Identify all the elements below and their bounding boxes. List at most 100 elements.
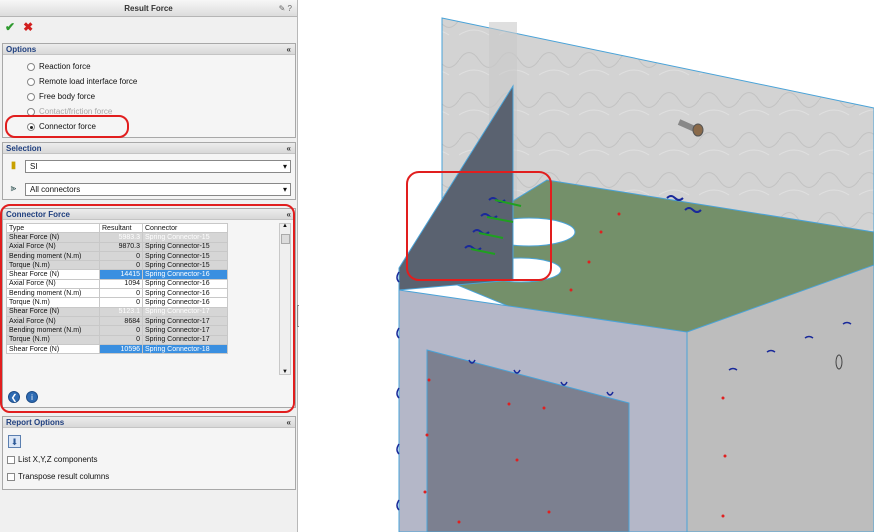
table-cell-connector[interactable]: Spring Connector-16 [142,288,228,299]
column-header-type[interactable]: Type [6,222,100,234]
table-cell-type[interactable]: Axial Force (N) [6,241,100,252]
table-cell-connector[interactable]: Spring Connector-15 [142,241,228,252]
collapse-icon[interactable]: « [287,44,291,55]
table-cell-resultant[interactable]: 0 [99,260,143,271]
table-row[interactable]: Axial Force (N) 8684 Spring Connector-17 [6,315,228,327]
connector-dropdown[interactable]: All connectors ▾ [25,183,291,196]
radio-label: Connector force [39,122,96,131]
table-cell-type[interactable]: Axial Force (N) [6,278,100,290]
table-cell-connector[interactable]: Spring Connector-17 [142,325,228,336]
chevron-down-icon[interactable]: ▾ [283,184,287,195]
table-cell-connector[interactable]: Spring Connector-18 [142,343,228,355]
table-cell-connector[interactable]: Spring Connector-17 [142,306,228,317]
info-button[interactable]: i [26,391,38,403]
radio-contact-friction: Contact/friction force [27,107,112,116]
radio-icon[interactable] [27,62,35,71]
table-row[interactable]: Axial Force (N) 1094 Spring Connector-16 [6,278,228,290]
radio-remote-load[interactable]: Remote load interface force [27,77,137,86]
table-cell-resultant[interactable]: 9870.3 [99,241,143,252]
collapse-icon[interactable]: « [287,143,291,154]
x-icon[interactable]: ✖ [23,20,33,34]
table-row[interactable]: Bending moment (N.m) 0 Spring Connector-17 [6,325,228,336]
checkbox-icon[interactable] [7,472,15,481]
collapse-icon[interactable]: « [287,417,291,428]
table-cell-resultant[interactable]: 0 [99,288,143,299]
connector-force-section: Connector Force « Type Resultant Connect… [2,208,296,408]
options-header[interactable]: Options « [3,44,295,55]
check-icon[interactable]: ✔ [5,20,15,34]
table-cell-type[interactable]: Axial Force (N) [6,315,100,327]
table-cell-type[interactable]: Shear Force (N) [6,269,100,280]
table-row[interactable]: Bending moment (N.m) 0 Spring Connector-16 [6,288,228,299]
table-cell-connector[interactable]: Spring Connector-16 [142,278,228,290]
graphics-viewport[interactable] [299,0,874,532]
table-cell-resultant[interactable]: 5983.3 [99,232,143,243]
checkbox-icon[interactable] [7,455,15,464]
table-cell-type[interactable]: Bending moment (N.m) [6,288,100,299]
table-cell-resultant[interactable]: 10596 [99,343,143,355]
table-cell-connector[interactable]: Spring Connector-15 [142,260,228,271]
table-cell-type[interactable]: Torque (N.m) [6,260,100,271]
table-row[interactable]: Shear Force (N) 5123.1 Spring Connector-17 [6,306,228,317]
table-cell-resultant[interactable]: 0 [99,334,143,345]
table-cell-type[interactable]: Bending moment (N.m) [6,325,100,336]
table-cell-resultant[interactable]: 0 [99,297,143,308]
checkbox-transpose[interactable]: Transpose result columns [7,472,109,481]
table-cell-type[interactable]: Torque (N.m) [6,297,100,308]
table-cell-type[interactable]: Shear Force (N) [6,343,100,355]
table-cell-type[interactable]: Shear Force (N) [6,232,100,243]
report-options-header-label: Report Options [6,418,65,427]
table-cell-connector[interactable]: Spring Connector-16 [142,297,228,308]
radio-reaction-force[interactable]: Reaction force [27,62,91,71]
table-cell-connector[interactable]: Spring Connector-17 [142,334,228,345]
table-cell-type[interactable]: Shear Force (N) [6,306,100,317]
checkbox-label: List X,Y,Z components [18,455,98,464]
units-dropdown[interactable]: SI ▾ [25,160,291,173]
table-row[interactable]: Shear Force (N) 14415 Spring Connector-16 [6,269,228,280]
table-cell-type[interactable]: Bending moment (N.m) [6,250,100,262]
scroll-down-icon[interactable]: ▼ [282,369,288,375]
options-header-label: Options [6,45,37,54]
radio-icon[interactable] [27,122,35,131]
table-cell-type[interactable]: Torque (N.m) [6,334,100,345]
scroll-up-icon[interactable]: ▲ [282,223,288,229]
save-icon[interactable]: ⬇ [8,435,21,448]
table-cell-resultant[interactable]: 0 [99,325,143,336]
table-cell-connector[interactable]: Spring Connector-17 [142,315,228,327]
column-header-connector[interactable]: Connector [142,222,228,234]
table-row[interactable]: Torque (N.m) 0 Spring Connector-17 [6,334,228,345]
selection-header[interactable]: Selection « [3,143,295,154]
radio-icon[interactable] [27,92,35,101]
table-cell-resultant[interactable]: 8684 [99,315,143,327]
connector-force-header[interactable]: Connector Force « [3,209,295,220]
table-cell-connector[interactable]: Spring Connector-15 [142,250,228,262]
radio-free-body[interactable]: Free body force [27,92,95,101]
connector-force-header-label: Connector Force [6,210,71,219]
table-row[interactable]: Axial Force (N) 9870.3 Spring Connector-15 [6,241,228,252]
collapse-icon[interactable]: « [287,209,291,220]
help-icon[interactable]: ✎ ? [279,0,292,17]
column-header-resultant[interactable]: Resultant [99,222,143,234]
previous-button[interactable]: ❮ [8,391,20,403]
checkbox-list-xyz[interactable]: List X,Y,Z components [7,455,97,464]
table-cell-resultant[interactable]: 1094 [99,278,143,290]
table-row[interactable]: Torque (N.m) 0 Spring Connector-15 [6,260,228,271]
table-scrollbar[interactable]: ▲ ▼ [279,223,291,375]
units-value: SI [30,162,38,171]
radio-icon[interactable] [27,77,35,86]
table-cell-connector[interactable]: Spring Connector-15 [142,232,228,243]
table-row[interactable]: Torque (N.m) 0 Spring Connector-16 [6,297,228,308]
table-row[interactable]: Shear Force (N) 10596 Spring Connector-18 [6,343,228,355]
table-cell-resultant[interactable]: 14415 [99,269,143,280]
options-section: Options « Reaction force Remote load int… [2,43,296,138]
connector-force-table[interactable]: Type Resultant Connector Shear Force (N)… [6,222,228,355]
table-cell-resultant[interactable]: 0 [99,250,143,262]
chevron-down-icon[interactable]: ▾ [283,161,287,172]
table-cell-connector[interactable]: Spring Connector-16 [142,269,228,280]
scrollbar-thumb[interactable] [281,234,290,244]
report-options-header[interactable]: Report Options « [3,417,295,428]
radio-connector-force[interactable]: Connector force [27,122,96,131]
table-cell-resultant[interactable]: 5123.1 [99,306,143,317]
table-row[interactable]: Shear Force (N) 5983.3 Spring Connector-15 [6,232,228,243]
table-row[interactable]: Bending moment (N.m) 0 Spring Connector-15 [6,250,228,262]
